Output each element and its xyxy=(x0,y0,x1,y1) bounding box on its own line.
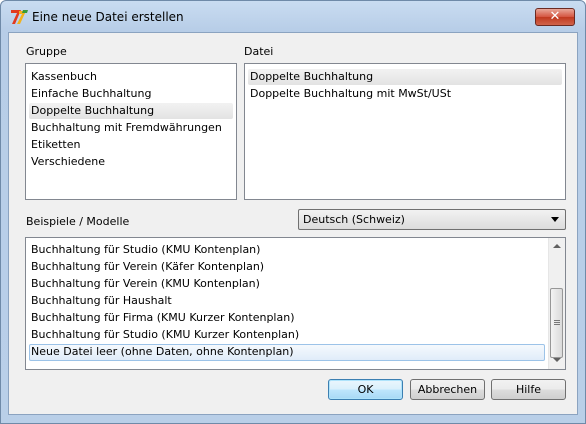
gruppe-item-doppelte-buchhaltung[interactable]: Doppelte Buchhaltung xyxy=(29,103,233,119)
scroll-up-icon[interactable] xyxy=(549,238,565,255)
beispiel-item[interactable]: Buchhaltung für Studio (KMU Kurzer Konte… xyxy=(29,327,545,343)
title-bar[interactable]: Eine neue Datei erstellen ✕ xyxy=(1,1,585,33)
gruppe-item-verschiedene[interactable]: Verschiedene xyxy=(29,154,233,170)
close-icon: ✕ xyxy=(549,9,561,24)
language-select-value: Deutsch (Schweiz) xyxy=(303,213,405,226)
beispiele-scrollbar[interactable] xyxy=(548,238,565,369)
beispiele-label: Beispiele / Modelle xyxy=(26,215,130,228)
ok-button[interactable]: OK xyxy=(328,379,403,400)
dialog-window: Eine neue Datei erstellen ✕ Gruppe Kasse… xyxy=(0,0,586,424)
gruppe-item-etiketten[interactable]: Etiketten xyxy=(29,137,233,153)
chevron-down-icon xyxy=(551,217,559,222)
beispiel-item[interactable]: Buchhaltung für Firma (KMU Kurzer Konten… xyxy=(29,310,545,326)
gruppe-item-einfache-buchhaltung[interactable]: Einfache Buchhaltung xyxy=(29,86,233,102)
scroll-down-icon[interactable] xyxy=(549,352,565,369)
app-icon xyxy=(11,10,28,24)
grip-icon xyxy=(554,320,560,321)
cancel-button[interactable]: Abbrechen xyxy=(410,379,485,400)
datei-list[interactable]: Doppelte Buchhaltung Doppelte Buchhaltun… xyxy=(244,63,566,200)
datei-label: Datei xyxy=(244,45,274,58)
beispiel-item[interactable]: Buchhaltung für Verein (Käfer Kontenplan… xyxy=(29,259,545,275)
gruppe-label: Gruppe xyxy=(26,45,67,58)
window-title: Eine neue Datei erstellen xyxy=(32,10,184,24)
datei-item-mwst[interactable]: Doppelte Buchhaltung mit MwSt/USt xyxy=(248,86,562,102)
close-button[interactable]: ✕ xyxy=(535,8,575,26)
dialog-body: Gruppe Kassenbuch Einfache Buchhaltung D… xyxy=(8,32,578,415)
scroll-thumb[interactable] xyxy=(550,288,563,358)
datei-item-doppelte-buchhaltung[interactable]: Doppelte Buchhaltung xyxy=(248,69,562,85)
beispiel-item[interactable]: Buchhaltung für Haushalt xyxy=(29,293,545,309)
beispiel-item[interactable]: Buchhaltung für Verein (KMU Kontenplan) xyxy=(29,276,545,292)
beispiel-item-selected[interactable]: Neue Datei leer (ohne Daten, ohne Konten… xyxy=(29,344,545,361)
help-button[interactable]: Hilfe xyxy=(491,379,566,400)
beispiele-list[interactable]: Buchhaltung für Studio (KMU Kontenplan) … xyxy=(25,237,566,370)
language-select[interactable]: Deutsch (Schweiz) xyxy=(298,209,566,230)
gruppe-item-kassenbuch[interactable]: Kassenbuch xyxy=(29,69,233,85)
gruppe-list[interactable]: Kassenbuch Einfache Buchhaltung Doppelte… xyxy=(25,63,237,200)
beispiel-item[interactable]: Buchhaltung für Studio (KMU Kontenplan) xyxy=(29,242,545,258)
gruppe-item-fremdwaehrungen[interactable]: Buchhaltung mit Fremdwährungen xyxy=(29,120,233,136)
